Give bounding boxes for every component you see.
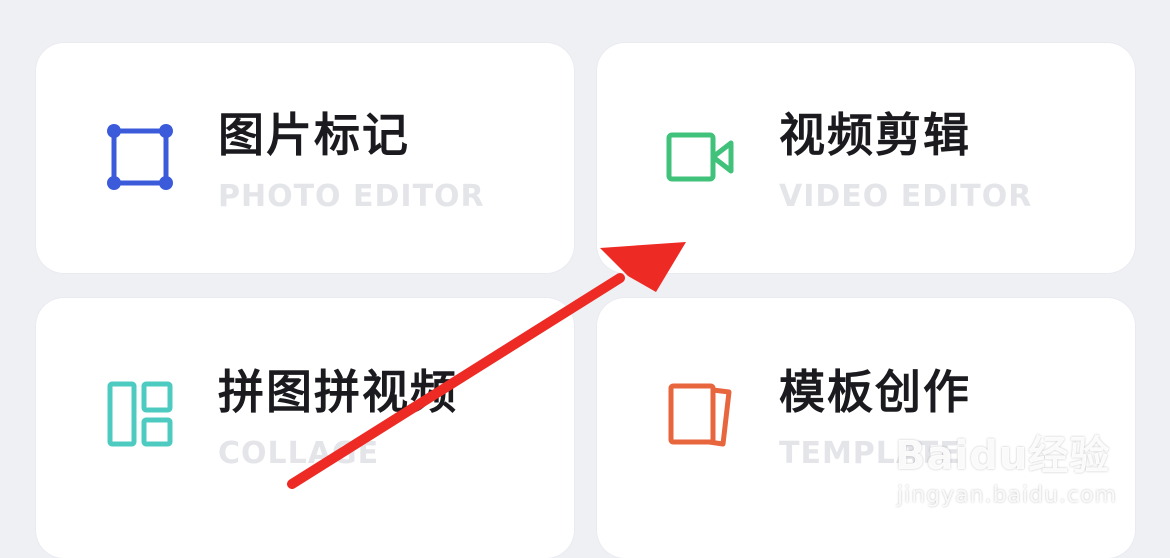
video-editor-card[interactable]: 视频剪辑 VIDEO EDITOR <box>597 43 1135 273</box>
video-camera-icon <box>666 132 734 182</box>
collage-subtitle: COLLAGE <box>218 436 380 471</box>
collage-title: 拼图拼视频 <box>218 365 458 419</box>
collage-card[interactable]: 拼图拼视频 COLLAGE <box>36 298 574 558</box>
video-editor-subtitle: VIDEO EDITOR <box>779 179 1033 214</box>
template-card[interactable]: 模板创作 TEMPLATE <box>597 298 1135 558</box>
template-pages-icon <box>668 383 732 447</box>
crop-frame-icon <box>107 124 173 190</box>
template-title: 模板创作 <box>779 365 971 419</box>
collage-layout-icon <box>107 381 173 447</box>
video-editor-title: 视频剪辑 <box>779 108 971 162</box>
photo-editor-subtitle: PHOTO EDITOR <box>218 179 485 214</box>
photo-editor-title: 图片标记 <box>218 108 410 162</box>
template-subtitle: TEMPLATE <box>779 436 961 471</box>
photo-editor-card[interactable]: 图片标记 PHOTO EDITOR <box>36 43 574 273</box>
